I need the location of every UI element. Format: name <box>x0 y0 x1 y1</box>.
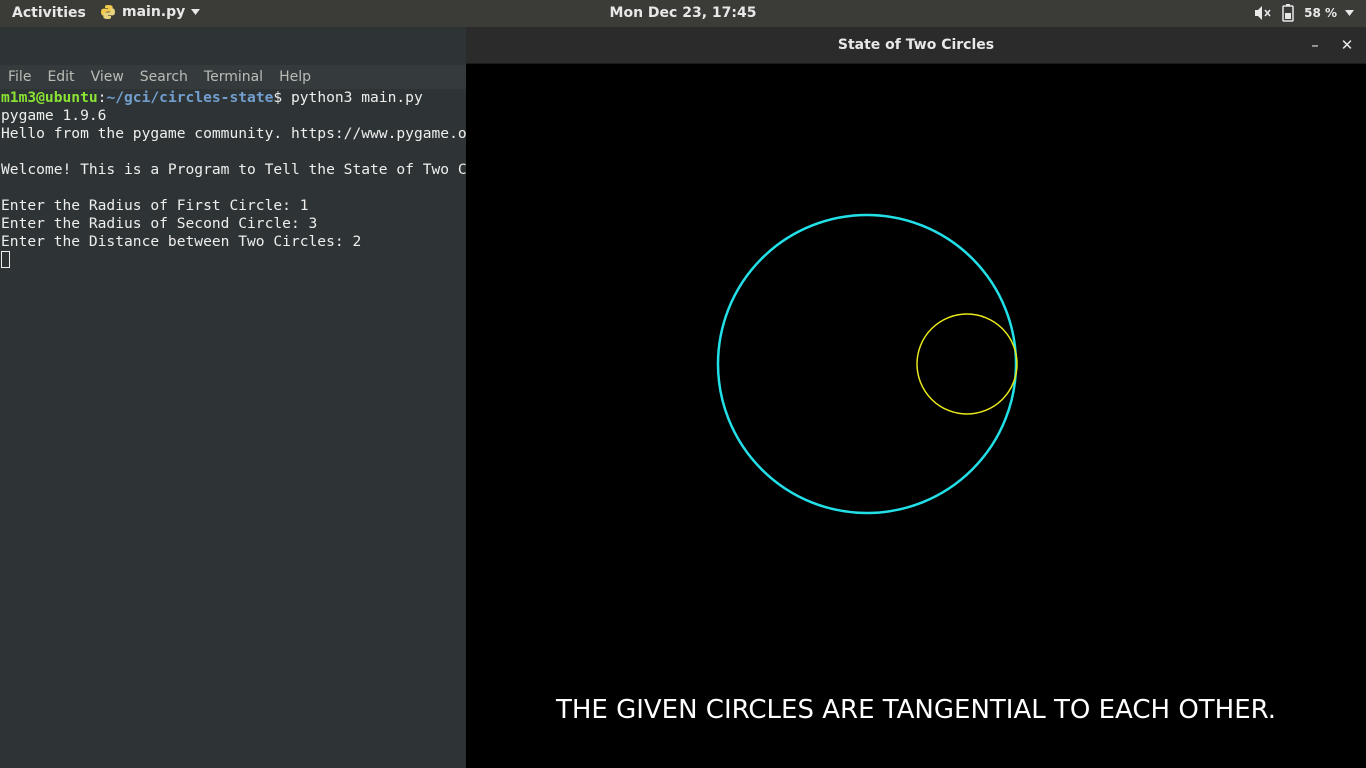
minimize-icon: – <box>1311 36 1319 54</box>
menu-terminal[interactable]: Terminal <box>196 65 271 89</box>
close-icon: ✕ <box>1340 36 1354 54</box>
app-menu[interactable]: main.py <box>100 4 201 20</box>
battery-icon <box>1282 4 1294 22</box>
menu-help[interactable]: Help <box>271 65 319 89</box>
minimize-button[interactable]: – <box>1304 34 1326 56</box>
terminal-output[interactable]: m1m3@ubuntu:~/gci/circles-state$ python3… <box>1 89 466 768</box>
menu-view[interactable]: View <box>83 65 132 89</box>
activities-button[interactable]: Activities <box>12 5 86 21</box>
window-title: State of Two Circles <box>837 37 995 53</box>
prompt-line: m1m3@ubuntu:~/gci/circles-state$ python3… <box>1 89 466 107</box>
clock: Mon Dec 23, 17:45 <box>0 5 1366 21</box>
terminal-cursor <box>1 251 10 268</box>
menu-edit[interactable]: Edit <box>39 65 82 89</box>
terminal-window[interactable]: File Edit View Search Terminal Help m1m3… <box>0 27 466 768</box>
output-line: pygame 1.9.6 <box>1 107 107 124</box>
terminal-menubar: File Edit View Search Terminal Help <box>0 65 466 89</box>
system-tray[interactable]: 58 % <box>1254 4 1354 22</box>
python-icon <box>101 5 115 19</box>
result-message: THE GIVEN CIRCLES ARE TANGENTIAL TO EACH… <box>555 695 1277 725</box>
menu-file[interactable]: File <box>0 65 39 89</box>
menu-search[interactable]: Search <box>132 65 196 89</box>
circles-canvas <box>716 213 1018 515</box>
prompt-command: $ python3 main.py <box>273 89 423 106</box>
output-line: Enter the Radius of Second Circle: 3 <box>1 215 318 232</box>
top-bar: Activities main.py Mon Dec 23, 17:45 58 … <box>0 0 1366 27</box>
terminal-titlebar[interactable] <box>0 27 466 66</box>
close-button[interactable]: ✕ <box>1336 34 1358 56</box>
battery-percent: 58 % <box>1304 6 1337 20</box>
output-line: Enter the Distance between Two Circles: … <box>1 233 362 250</box>
prompt-path: ~/gci/circles-state <box>106 89 274 106</box>
clock-label[interactable]: Mon Dec 23, 17:45 <box>610 5 757 21</box>
chevron-down-icon <box>191 9 201 15</box>
prompt-user: m1m3@ubuntu <box>1 89 98 106</box>
cursor-line <box>1 251 466 269</box>
output-line: Hello from the pygame community. https:/… <box>1 125 466 142</box>
chevron-down-icon <box>1345 10 1354 16</box>
output-line: Welcome! This is a Program to Tell the S… <box>1 161 466 178</box>
first-big-circle <box>716 213 1018 515</box>
app-menu-label: main.py <box>122 4 186 20</box>
window-titlebar[interactable]: State of Two Circles – ✕ <box>466 27 1366 64</box>
pygame-window[interactable]: State of Two Circles – ✕ THE GIVEN CIRCL… <box>466 27 1366 768</box>
volume-muted-icon <box>1255 6 1271 20</box>
second-small-circle <box>916 313 1018 415</box>
output-line: Enter the Radius of First Circle: 1 <box>1 197 309 214</box>
